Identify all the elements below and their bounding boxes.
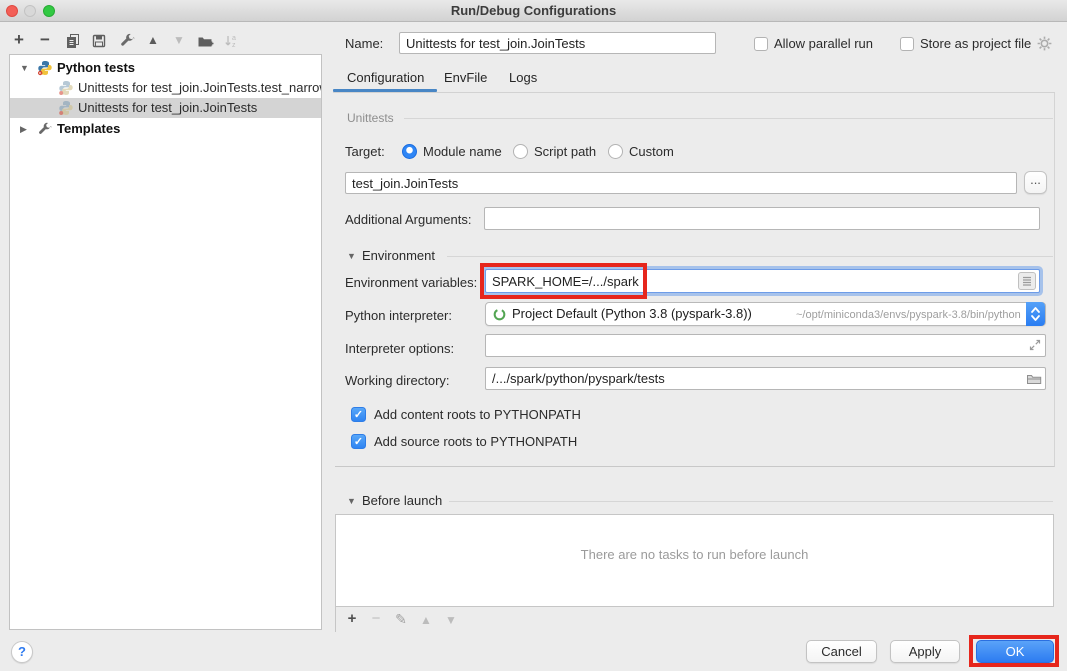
tree-item-label: Unittests for test_join.JoinTests — [78, 98, 257, 118]
remove-task-button[interactable]: − — [365, 609, 387, 629]
expand-field-icon[interactable] — [1028, 338, 1042, 355]
window-title: Run/Debug Configurations — [0, 3, 1067, 18]
allow-parallel-run-checkbox[interactable] — [754, 37, 768, 51]
additional-arguments-input[interactable] — [484, 207, 1040, 230]
tree-item-jointests-selected[interactable]: Unittests for test_join.JoinTests — [10, 98, 321, 118]
active-tab-underline — [333, 89, 437, 92]
collapsed-arrow-icon[interactable]: ▶ — [20, 119, 27, 139]
before-launch-task-list: There are no tasks to run before launch — [335, 514, 1054, 607]
apply-button[interactable]: Apply — [890, 640, 960, 663]
tree-item-label: Templates — [57, 119, 120, 139]
conda-env-icon — [493, 308, 506, 324]
move-down-button[interactable]: ▼ — [168, 30, 190, 50]
expanded-arrow-icon[interactable]: ▼ — [20, 58, 29, 78]
add-source-roots-label: Add source roots to PYTHONPATH — [374, 434, 577, 449]
run-debug-configurations-dialog: Run/Debug Configurations + − ▲ ▼ az ▼ Py… — [0, 0, 1067, 671]
env-vars-list-icon[interactable] — [1018, 272, 1036, 290]
tab-logs[interactable]: Logs — [509, 70, 537, 85]
environment-collapse-arrow[interactable]: ▼ — [347, 251, 356, 261]
allow-parallel-run-label: Allow parallel run — [774, 36, 873, 51]
radio-module-name[interactable] — [402, 144, 417, 159]
store-as-project-file-checkbox[interactable] — [900, 37, 914, 51]
save-configuration-icon[interactable] — [88, 30, 110, 50]
add-task-button[interactable]: + — [341, 609, 363, 629]
module-name-input[interactable] — [345, 172, 1017, 194]
unittests-group-label: Unittests — [347, 111, 394, 125]
python-interpreter-path: ~/opt/miniconda3/envs/pyspark-3.8/bin/py… — [796, 309, 1021, 321]
tree-item-test-narrow[interactable]: Unittests for test_join.JoinTests.test_n… — [10, 78, 321, 98]
radio-script-path-label: Script path — [534, 144, 596, 159]
svg-text:z: z — [232, 42, 236, 49]
name-label: Name: — [345, 36, 383, 51]
folder-icon[interactable] — [1026, 371, 1042, 389]
edit-task-pencil-icon[interactable]: ✎ — [390, 609, 412, 629]
before-launch-section-label: Before launch — [362, 493, 442, 508]
edit-templates-wrench-icon[interactable] — [116, 30, 138, 50]
name-input[interactable] — [399, 32, 716, 54]
target-label: Target: — [345, 144, 385, 159]
move-up-button[interactable]: ▲ — [142, 30, 164, 50]
before-launch-collapse-arrow[interactable]: ▼ — [347, 496, 356, 506]
help-button[interactable]: ? — [11, 641, 33, 663]
radio-custom-label: Custom — [629, 144, 674, 159]
tree-item-templates[interactable]: ▶ Templates — [10, 119, 321, 139]
working-directory-label: Working directory: — [345, 373, 450, 388]
radio-custom[interactable] — [608, 144, 623, 159]
tree-item-label: Unittests for test_join.JoinTests.test_n… — [78, 78, 321, 98]
move-task-down-button[interactable]: ▼ — [440, 610, 462, 630]
environment-section-label: Environment — [362, 248, 435, 263]
new-folder-icon[interactable] — [194, 30, 216, 50]
move-task-up-button[interactable]: ▲ — [415, 610, 437, 630]
environment-variables-label: Environment variables: — [345, 275, 477, 290]
python-test-icon — [58, 100, 74, 116]
before-launch-empty-message: There are no tasks to run before launch — [336, 547, 1053, 562]
before-launch-section-line — [449, 501, 1053, 502]
python-tests-icon — [37, 60, 53, 76]
unittests-group-line — [404, 118, 1053, 119]
add-configuration-button[interactable]: + — [8, 30, 30, 50]
tab-envfile[interactable]: EnvFile — [444, 70, 487, 85]
remove-configuration-button[interactable]: − — [34, 30, 56, 50]
tree-item-python-tests[interactable]: ▼ Python tests — [10, 58, 321, 78]
before-launch-toolbar: + − ✎ ▲ ▼ — [335, 607, 1054, 632]
tree-item-label: Python tests — [57, 58, 135, 78]
cancel-button[interactable]: Cancel — [806, 640, 877, 663]
interpreter-options-input[interactable] — [485, 334, 1046, 357]
svg-text:a: a — [232, 35, 236, 42]
python-interpreter-select[interactable]: Project Default (Python 3.8 (pyspark-3.8… — [485, 302, 1046, 326]
browse-button[interactable]: ... — [1024, 171, 1047, 194]
sort-alphabetically-icon[interactable]: az — [220, 30, 242, 50]
configurations-tree-panel: ▼ Python tests Unittests for test_join.J… — [9, 54, 322, 630]
working-directory-input[interactable] — [485, 367, 1046, 390]
radio-module-name-label: Module name — [423, 144, 502, 159]
interpreter-options-label: Interpreter options: — [345, 341, 454, 356]
python-test-icon — [58, 80, 74, 96]
select-stepper-icon[interactable] — [1026, 302, 1045, 326]
tab-configuration[interactable]: Configuration — [347, 70, 424, 85]
environment-section-line — [447, 256, 1053, 257]
store-as-project-file-label: Store as project file — [920, 36, 1031, 51]
add-content-roots-label: Add content roots to PYTHONPATH — [374, 407, 581, 422]
copy-configuration-icon[interactable] — [62, 30, 84, 50]
add-source-roots-checkbox[interactable]: ✓ — [351, 434, 366, 449]
annotation-red-box-env-vars — [480, 263, 647, 299]
annotation-red-box-ok — [969, 635, 1059, 667]
title-bar: Run/Debug Configurations — [0, 0, 1067, 22]
templates-wrench-icon — [37, 122, 53, 138]
additional-arguments-label: Additional Arguments: — [345, 212, 471, 227]
radio-script-path[interactable] — [513, 144, 528, 159]
add-content-roots-checkbox[interactable]: ✓ — [351, 407, 366, 422]
gear-icon[interactable] — [1036, 35, 1053, 55]
python-interpreter-value: Project Default (Python 3.8 (pyspark-3.8… — [512, 306, 752, 321]
python-interpreter-label: Python interpreter: — [345, 308, 452, 323]
